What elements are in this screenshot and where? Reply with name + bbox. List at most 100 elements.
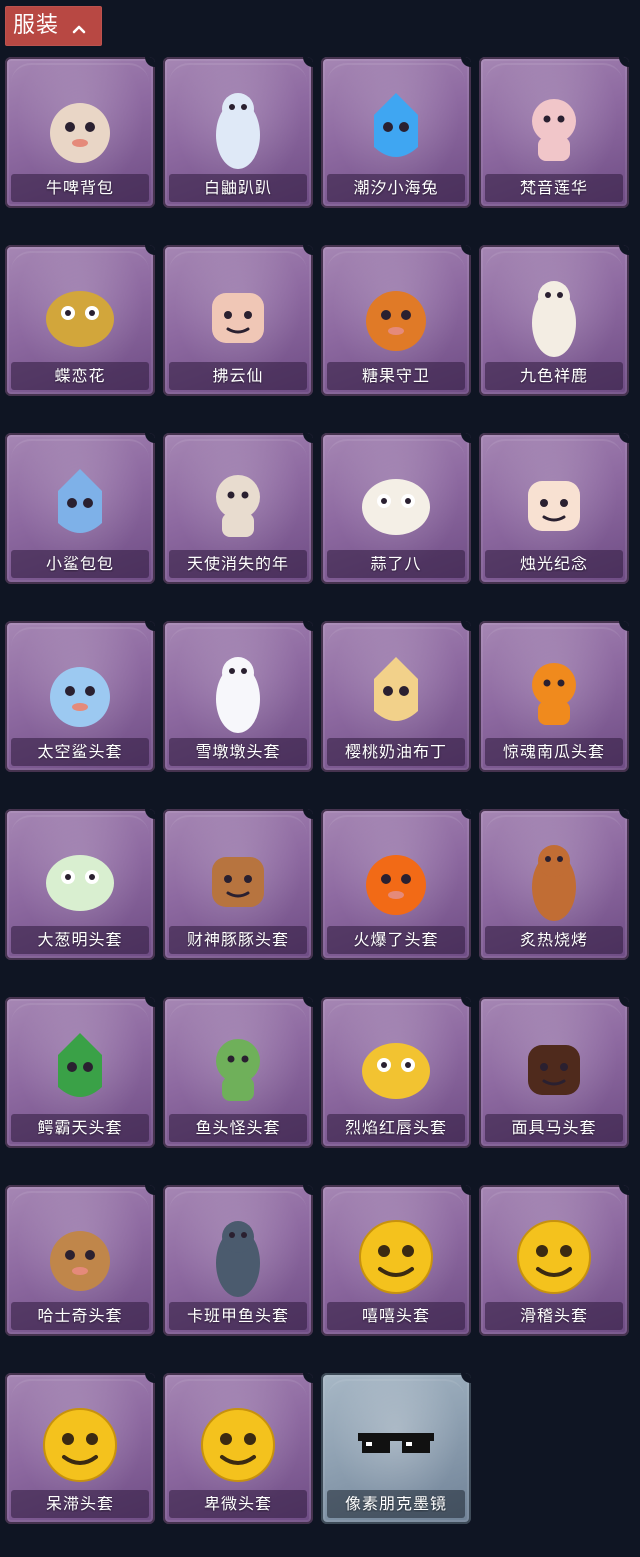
item-card[interactable]: 烈焰红唇头套 xyxy=(321,997,471,1148)
space-shark-head-icon xyxy=(30,639,130,739)
nine-color-deer-icon xyxy=(504,263,604,363)
item-name: 哈士奇头套 xyxy=(37,1308,123,1324)
item-label-bar: 太空鲨头套 xyxy=(11,738,149,766)
item-label-bar: 哈士奇头套 xyxy=(11,1302,149,1330)
costume-inventory-page: 服装 牛啤背包 白鼬趴趴 潮汐小海兔 梵音莲华 蝶恋花 拂云仙 糖果守卫 九色祥… xyxy=(0,0,640,1557)
item-name: 樱桃奶油布丁 xyxy=(344,744,447,760)
item-label-bar: 惊魂南瓜头套 xyxy=(485,738,623,766)
horse-head-icon xyxy=(504,1015,604,1115)
item-label-bar: 卑微头套 xyxy=(169,1490,307,1518)
item-card[interactable]: 梵音莲华 xyxy=(479,57,629,208)
item-card[interactable]: 面具马头套 xyxy=(479,997,629,1148)
chevron-up-icon xyxy=(71,20,87,34)
pudding-icon xyxy=(346,639,446,739)
item-card[interactable]: 嘻嘻头套 xyxy=(321,1185,471,1336)
pumpkin-head-icon xyxy=(504,639,604,739)
item-card[interactable]: 樱桃奶油布丁 xyxy=(321,621,471,772)
costume-category-toggle[interactable]: 服装 xyxy=(5,6,102,46)
item-card[interactable]: 白鼬趴趴 xyxy=(163,57,313,208)
item-name: 梵音莲华 xyxy=(519,180,588,196)
sea-bunny-icon xyxy=(346,75,446,175)
item-card[interactable]: 哈士奇头套 xyxy=(5,1185,155,1336)
item-card[interactable]: 鳄霸天头套 xyxy=(5,997,155,1148)
item-card[interactable]: 拂云仙 xyxy=(163,245,313,396)
item-label-bar: 面具马头套 xyxy=(485,1114,623,1142)
item-card[interactable]: 卑微头套 xyxy=(163,1373,313,1524)
fire-head-icon xyxy=(346,827,446,927)
item-card[interactable]: 小鲨包包 xyxy=(5,433,155,584)
candy-guard-icon xyxy=(346,263,446,363)
candle-icon xyxy=(504,451,604,551)
item-label-bar: 卡班甲鱼头套 xyxy=(169,1302,307,1330)
item-name: 面具马头套 xyxy=(511,1120,597,1136)
item-label-bar: 火爆了头套 xyxy=(327,926,465,954)
item-card[interactable]: 糖果守卫 xyxy=(321,245,471,396)
item-label-bar: 樱桃奶油布丁 xyxy=(327,738,465,766)
item-label-bar: 大葱明头套 xyxy=(11,926,149,954)
item-card[interactable]: 鱼头怪头套 xyxy=(163,997,313,1148)
item-card[interactable]: 天使消失的年 xyxy=(163,433,313,584)
item-name: 拂云仙 xyxy=(212,368,264,384)
category-title: 服装 xyxy=(13,13,60,38)
fish-head-icon xyxy=(188,1015,288,1115)
item-name: 滑稽头套 xyxy=(519,1308,588,1324)
item-name: 炙热烧烤 xyxy=(519,932,588,948)
item-label-bar: 拂云仙 xyxy=(169,362,307,390)
item-card[interactable]: 雪墩墩头套 xyxy=(163,621,313,772)
item-card[interactable]: 大葱明头套 xyxy=(5,809,155,960)
item-label-bar: 小鲨包包 xyxy=(11,550,149,578)
item-grid: 牛啤背包 白鼬趴趴 潮汐小海兔 梵音莲华 蝶恋花 拂云仙 糖果守卫 九色祥鹿 小… xyxy=(5,57,637,1524)
cloud-fairy-icon xyxy=(188,263,288,363)
item-label-bar: 烛光纪念 xyxy=(485,550,623,578)
item-name: 卡班甲鱼头套 xyxy=(186,1308,289,1324)
item-name: 鳄霸天头套 xyxy=(37,1120,123,1136)
item-name: 蝶恋花 xyxy=(54,368,106,384)
item-name: 鱼头怪头套 xyxy=(195,1120,281,1136)
item-card[interactable]: 像素朋克墨镜 xyxy=(321,1373,471,1524)
sly-emoji-head-icon xyxy=(504,1203,604,1303)
item-card[interactable]: 太空鲨头套 xyxy=(5,621,155,772)
item-label-bar: 糖果守卫 xyxy=(327,362,465,390)
item-label-bar: 嘻嘻头套 xyxy=(327,1302,465,1330)
snowman-head-icon xyxy=(188,639,288,739)
item-card[interactable]: 滑稽头套 xyxy=(479,1185,629,1336)
item-label-bar: 财神豚豚头套 xyxy=(169,926,307,954)
item-label-bar: 鱼头怪头套 xyxy=(169,1114,307,1142)
item-name: 牛啤背包 xyxy=(45,180,114,196)
lotus-fairy-icon xyxy=(504,75,604,175)
item-name: 白鼬趴趴 xyxy=(203,180,272,196)
item-name: 糖果守卫 xyxy=(361,368,430,384)
item-card[interactable]: 牛啤背包 xyxy=(5,57,155,208)
scallion-head-icon xyxy=(30,827,130,927)
humble-emoji-head-icon xyxy=(188,1391,288,1491)
item-card[interactable]: 呆滞头套 xyxy=(5,1373,155,1524)
dazed-emoji-head-icon xyxy=(30,1391,130,1491)
item-card[interactable]: 火爆了头套 xyxy=(321,809,471,960)
item-name: 蒜了八 xyxy=(370,556,422,572)
item-card[interactable]: 炙热烧烤 xyxy=(479,809,629,960)
item-card[interactable]: 烛光纪念 xyxy=(479,433,629,584)
item-name: 雪墩墩头套 xyxy=(195,744,281,760)
item-card[interactable]: 九色祥鹿 xyxy=(479,245,629,396)
item-name: 火爆了头套 xyxy=(353,932,439,948)
item-card[interactable]: 财神豚豚头套 xyxy=(163,809,313,960)
item-label-bar: 炙热烧烤 xyxy=(485,926,623,954)
item-label-bar: 蒜了八 xyxy=(327,550,465,578)
cow-beer-backpack-icon xyxy=(30,75,130,175)
item-card[interactable]: 蒜了八 xyxy=(321,433,471,584)
item-label-bar: 潮汐小海兔 xyxy=(327,174,465,202)
item-label-bar: 梵音莲华 xyxy=(485,174,623,202)
item-label-bar: 牛啤背包 xyxy=(11,174,149,202)
shark-plush-icon xyxy=(30,451,130,551)
capybara-head-icon xyxy=(188,827,288,927)
item-card[interactable]: 卡班甲鱼头套 xyxy=(163,1185,313,1336)
item-card[interactable]: 惊魂南瓜头套 xyxy=(479,621,629,772)
item-name: 像素朋克墨镜 xyxy=(344,1496,447,1512)
item-name: 卑微头套 xyxy=(203,1496,272,1512)
butterfly-bell-icon xyxy=(30,263,130,363)
item-card[interactable]: 潮汐小海兔 xyxy=(321,57,471,208)
item-label-bar: 天使消失的年 xyxy=(169,550,307,578)
item-card[interactable]: 蝶恋花 xyxy=(5,245,155,396)
item-label-bar: 滑稽头套 xyxy=(485,1302,623,1330)
item-name: 财神豚豚头套 xyxy=(186,932,289,948)
